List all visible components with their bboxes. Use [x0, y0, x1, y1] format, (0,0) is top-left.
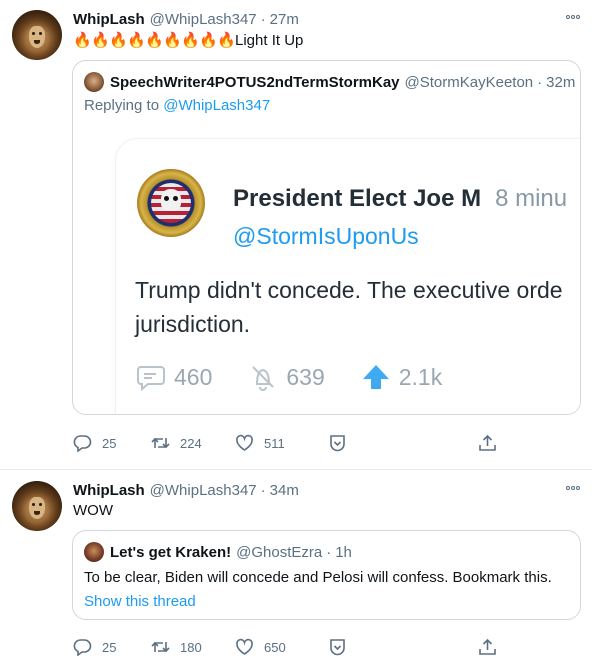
- quoted-timestamp: 1h: [335, 543, 352, 561]
- avatar[interactable]: [12, 481, 62, 531]
- fire-icon: 🔥: [199, 32, 218, 49]
- reply-button[interactable]: 25: [73, 433, 116, 453]
- share-button[interactable]: [478, 637, 507, 657]
- author-handle[interactable]: @WhipLash347: [150, 11, 257, 28]
- avatar[interactable]: [12, 10, 62, 60]
- more-options-icon[interactable]: [565, 481, 580, 491]
- reply-count: 25: [102, 639, 117, 655]
- timestamp[interactable]: 27m: [270, 11, 299, 28]
- tweet-text: WOW: [73, 502, 113, 519]
- heart-icon: [236, 434, 253, 451]
- quoted-tweet-header: Let's get Kraken! @GhostEzra · 1h: [84, 542, 352, 562]
- reply-icon: [73, 639, 92, 656]
- like-count: 650: [264, 639, 286, 655]
- fire-icon: 🔥: [163, 32, 182, 49]
- tweet-text: 🔥🔥🔥🔥🔥🔥🔥🔥🔥Light It Up: [73, 31, 303, 49]
- author-name[interactable]: WhipLash: [73, 482, 145, 499]
- timestamp[interactable]: 34m: [270, 482, 299, 499]
- retweet-icon: [151, 641, 170, 653]
- quoted-avatar: [84, 72, 104, 92]
- reply-count: 25: [102, 435, 117, 451]
- fire-icon: 🔥: [181, 32, 200, 49]
- embedded-screenshot: President Elect Joe M 8 minu @StormIsUpon…: [116, 139, 580, 414]
- comment-icon: [137, 366, 165, 391]
- retweet-button[interactable]: 224: [151, 433, 202, 453]
- save-icon: [330, 435, 345, 452]
- separator: ·: [260, 10, 266, 28]
- seal-logo: [137, 169, 205, 237]
- fire-icon: 🔥: [217, 32, 236, 49]
- save-icon: [330, 639, 345, 656]
- quoted-tweet-header: SpeechWriter4POTUS2ndTermStormKay @Storm…: [84, 72, 575, 92]
- embedded-replies: 460: [136, 363, 212, 391]
- author-name[interactable]: WhipLash: [73, 11, 145, 28]
- upvote-arrow-icon: [362, 365, 389, 389]
- replying-to: Replying to @WhipLash347: [84, 97, 270, 114]
- fire-icon: 🔥: [127, 32, 146, 49]
- tweet[interactable]: WhipLash @WhipLash347 · 27m 🔥🔥🔥🔥🔥🔥🔥🔥🔥Lig…: [0, 0, 592, 470]
- like-count: 511: [264, 435, 285, 451]
- bell-off-icon: [252, 366, 275, 391]
- embedded-text: Trump didn't concede. The executive orde…: [135, 273, 563, 341]
- retweet-icon: [151, 437, 170, 449]
- embedded-author-name: President Elect Joe M: [233, 185, 482, 212]
- tweet-text-content: Light It Up: [235, 32, 304, 49]
- share-icon: [479, 638, 496, 655]
- quoted-author-name: Let's get Kraken!: [110, 543, 232, 561]
- separator: ·: [326, 543, 332, 561]
- tweet-header: WhipLash @WhipLash347 · 34m: [73, 480, 299, 500]
- tweet-actions: 25 180 650: [73, 637, 503, 657]
- tweet-header: WhipLash @WhipLash347 · 27m: [73, 9, 299, 29]
- embedded-retweets-count: 639: [286, 363, 325, 390]
- reply-button[interactable]: 25: [73, 637, 116, 657]
- embedded-likes-count: 2.1k: [398, 363, 443, 390]
- fire-icon: 🔥: [145, 32, 164, 49]
- fire-icon: 🔥: [91, 32, 110, 49]
- save-button[interactable]: [328, 433, 357, 453]
- embedded-text-line: Trump didn't concede. The executive orde: [135, 277, 563, 303]
- share-icon: [479, 434, 496, 451]
- more-options-icon[interactable]: [565, 10, 580, 20]
- quoted-tweet[interactable]: Let's get Kraken! @GhostEzra · 1h To be …: [72, 530, 581, 620]
- save-button[interactable]: [328, 637, 357, 657]
- embedded-likes: 2.1k: [361, 363, 442, 391]
- quoted-tweet-text: To be clear, Biden will concede and Pelo…: [84, 569, 552, 586]
- retweet-button[interactable]: 180: [151, 637, 202, 657]
- embedded-time: 8 minu: [495, 185, 568, 212]
- heart-icon: [236, 638, 253, 655]
- tweet-actions: 25 224 511: [73, 433, 503, 453]
- embedded-handle: @StormIsUponUs: [233, 223, 419, 249]
- fire-icon: 🔥: [73, 32, 92, 49]
- embedded-author: President Elect Joe M 8 minu: [233, 185, 567, 213]
- replying-label: Replying to: [84, 97, 164, 114]
- replying-to-link[interactable]: @WhipLash347: [163, 97, 270, 114]
- embedded-retweets: 639: [248, 362, 325, 392]
- quoted-author-handle: @GhostEzra: [236, 543, 323, 561]
- retweet-count: 180: [180, 639, 202, 655]
- like-button[interactable]: 650: [235, 637, 286, 657]
- share-button[interactable]: [478, 433, 507, 453]
- separator: ·: [260, 481, 266, 499]
- quoted-author-name: SpeechWriter4POTUS2ndTermStormKay: [110, 73, 400, 91]
- quoted-avatar: [84, 542, 104, 562]
- quoted-tweet[interactable]: SpeechWriter4POTUS2ndTermStormKay @Storm…: [72, 60, 581, 415]
- quoted-timestamp: 32m: [546, 73, 576, 91]
- show-thread-link[interactable]: Show this thread: [84, 593, 196, 610]
- reply-icon: [73, 435, 92, 452]
- embedded-replies-count: 460: [174, 363, 213, 390]
- author-handle[interactable]: @WhipLash347: [150, 482, 257, 499]
- embedded-text-line: jurisdiction.: [135, 311, 251, 337]
- embedded-stats: 460 639 2.1k: [136, 357, 478, 397]
- retweet-count: 224: [180, 435, 202, 451]
- quoted-author-handle: @StormKayKeeton: [404, 73, 534, 91]
- fire-icon: 🔥: [109, 32, 128, 49]
- like-button[interactable]: 511: [235, 433, 285, 453]
- separator: ·: [537, 73, 543, 91]
